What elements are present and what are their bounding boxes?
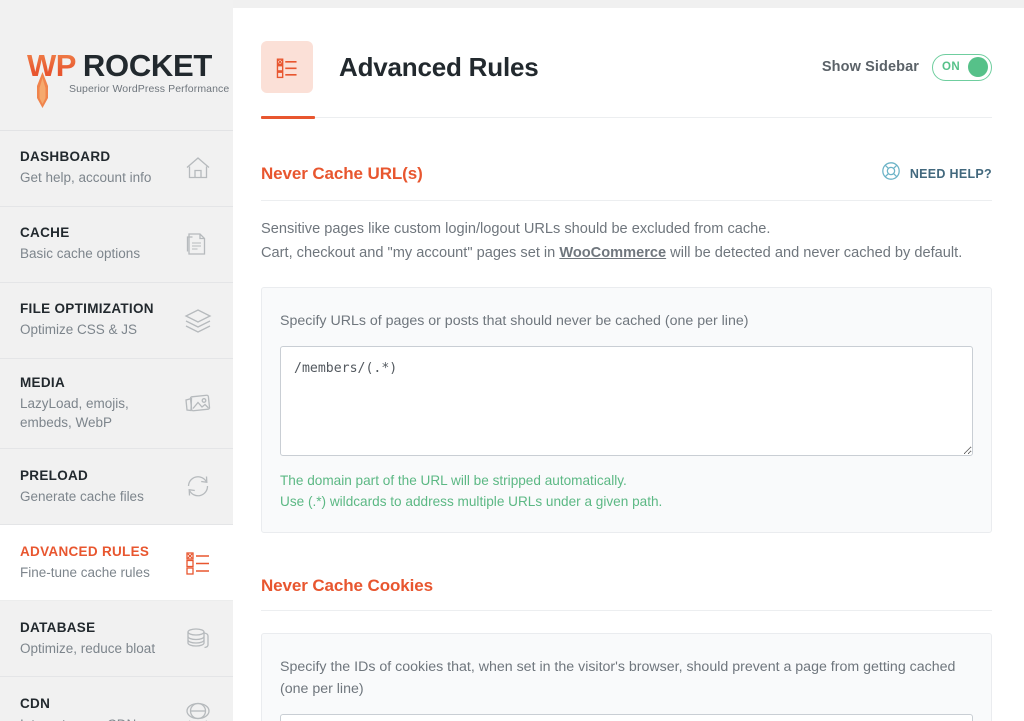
section-divider — [261, 610, 992, 611]
database-icon — [181, 621, 215, 655]
never-cache-urls-helper: The domain part of the URL will be strip… — [280, 470, 973, 512]
refresh-icon — [181, 469, 215, 503]
sidebar-item-subtitle: Integrate your CDN — [20, 716, 173, 721]
show-sidebar-label: Show Sidebar — [822, 59, 919, 75]
sidebar-nav: DASHBOARD Get help, account info CACHE B… — [0, 131, 233, 721]
section-description: Sensitive pages like custom login/logout… — [261, 218, 992, 265]
section-title: Never Cache Cookies — [261, 576, 433, 596]
sidebar-item-database[interactable]: DATABASE Optimize, reduce bloat — [0, 601, 233, 677]
logo-tagline: Superior WordPress Performance — [69, 83, 229, 95]
sidebar-item-title: DATABASE — [20, 619, 173, 637]
sidebar-item-title: MEDIA — [20, 374, 173, 392]
logo-rocket-text: ROCKET — [83, 50, 212, 81]
logo-wp-text: WP — [27, 50, 76, 81]
checklist-icon — [181, 545, 215, 579]
checklist-icon — [274, 55, 300, 79]
main-content: Advanced Rules Show Sidebar ON Never Cac… — [233, 8, 1024, 721]
section-divider — [261, 200, 992, 201]
toggle-knob — [968, 57, 988, 77]
header-controls: Show Sidebar ON — [822, 54, 992, 81]
sidebar: WP ROCKET Superior WordPress Performance… — [0, 0, 233, 721]
sidebar-item-title: PRELOAD — [20, 467, 173, 485]
sidebar-item-subtitle: Generate cache files — [20, 488, 173, 507]
never-cache-urls-fieldset: Specify URLs of pages or posts that shou… — [261, 287, 992, 533]
sidebar-item-subtitle: Basic cache options — [20, 245, 173, 264]
sidebar-item-title: ADVANCED RULES — [20, 543, 173, 561]
sidebar-item-subtitle: Optimize CSS & JS — [20, 321, 173, 340]
images-icon — [181, 386, 215, 420]
sidebar-item-title: CACHE — [20, 224, 173, 242]
toggle-state-label: ON — [942, 61, 960, 73]
description-line-2-after: will be detected and never cached by def… — [666, 245, 962, 261]
never-cache-cookies-label: Specify the IDs of cookies that, when se… — [280, 656, 973, 700]
helper-line-2: Use (.*) wildcards to address multiple U… — [280, 494, 662, 509]
sidebar-item-cdn[interactable]: CDN Integrate your CDN — [0, 677, 233, 721]
sidebar-item-dashboard[interactable]: DASHBOARD Get help, account info — [0, 131, 233, 207]
description-line-1: Sensitive pages like custom login/logout… — [261, 221, 770, 237]
home-icon — [181, 151, 215, 185]
page-header: Advanced Rules Show Sidebar ON — [233, 8, 1024, 93]
need-help-link[interactable]: NEED HELP? — [881, 161, 992, 186]
sidebar-item-file-optimization[interactable]: FILE OPTIMIZATION Optimize CSS & JS — [0, 283, 233, 359]
description-line-2-before: Cart, checkout and "my account" pages se… — [261, 245, 559, 261]
never-cache-cookies-fieldset: Specify the IDs of cookies that, when se… — [261, 633, 992, 721]
section-never-cache-cookies: Never Cache Cookies Specify the IDs of c… — [233, 533, 1024, 721]
never-cache-urls-textarea[interactable] — [280, 346, 973, 456]
never-cache-cookies-textarea[interactable] — [280, 714, 973, 721]
globe-icon — [181, 697, 215, 721]
sidebar-item-advanced-rules[interactable]: ADVANCED RULES Fine-tune cache rules — [0, 525, 233, 601]
sidebar-item-title: FILE OPTIMIZATION — [20, 300, 173, 318]
sidebar-item-title: CDN — [20, 695, 173, 713]
sidebar-item-title: DASHBOARD — [20, 148, 173, 166]
page-title: Advanced Rules — [339, 52, 539, 83]
layers-icon — [181, 303, 215, 337]
sidebar-item-subtitle: Fine-tune cache rules — [20, 564, 173, 583]
sidebar-item-subtitle: Optimize, reduce bloat — [20, 640, 173, 659]
lifebuoy-icon — [881, 161, 901, 186]
page-icon-badge — [261, 41, 313, 93]
never-cache-urls-label: Specify URLs of pages or posts that shou… — [280, 310, 973, 332]
sidebar-item-media[interactable]: MEDIA LazyLoad, emojis, embeds, WebP — [0, 359, 233, 449]
helper-line-1: The domain part of the URL will be strip… — [280, 473, 627, 488]
need-help-label: NEED HELP? — [910, 167, 992, 181]
woocommerce-link[interactable]: WooCommerce — [559, 245, 666, 261]
header-divider — [261, 117, 992, 118]
wp-rocket-settings-page: WP ROCKET Superior WordPress Performance… — [0, 0, 1024, 721]
show-sidebar-toggle[interactable]: ON — [932, 54, 992, 81]
sidebar-item-preload[interactable]: PRELOAD Generate cache files — [0, 449, 233, 525]
sidebar-item-subtitle: Get help, account info — [20, 169, 173, 188]
brand-logo: WP ROCKET Superior WordPress Performance — [0, 0, 233, 131]
section-never-cache-urls: Never Cache URL(s) NEED HELP? Sensitive … — [233, 118, 1024, 533]
sidebar-item-cache[interactable]: CACHE Basic cache options — [0, 207, 233, 283]
document-icon — [181, 227, 215, 261]
sidebar-item-subtitle: LazyLoad, emojis, embeds, WebP — [20, 395, 173, 432]
section-title: Never Cache URL(s) — [261, 164, 423, 184]
